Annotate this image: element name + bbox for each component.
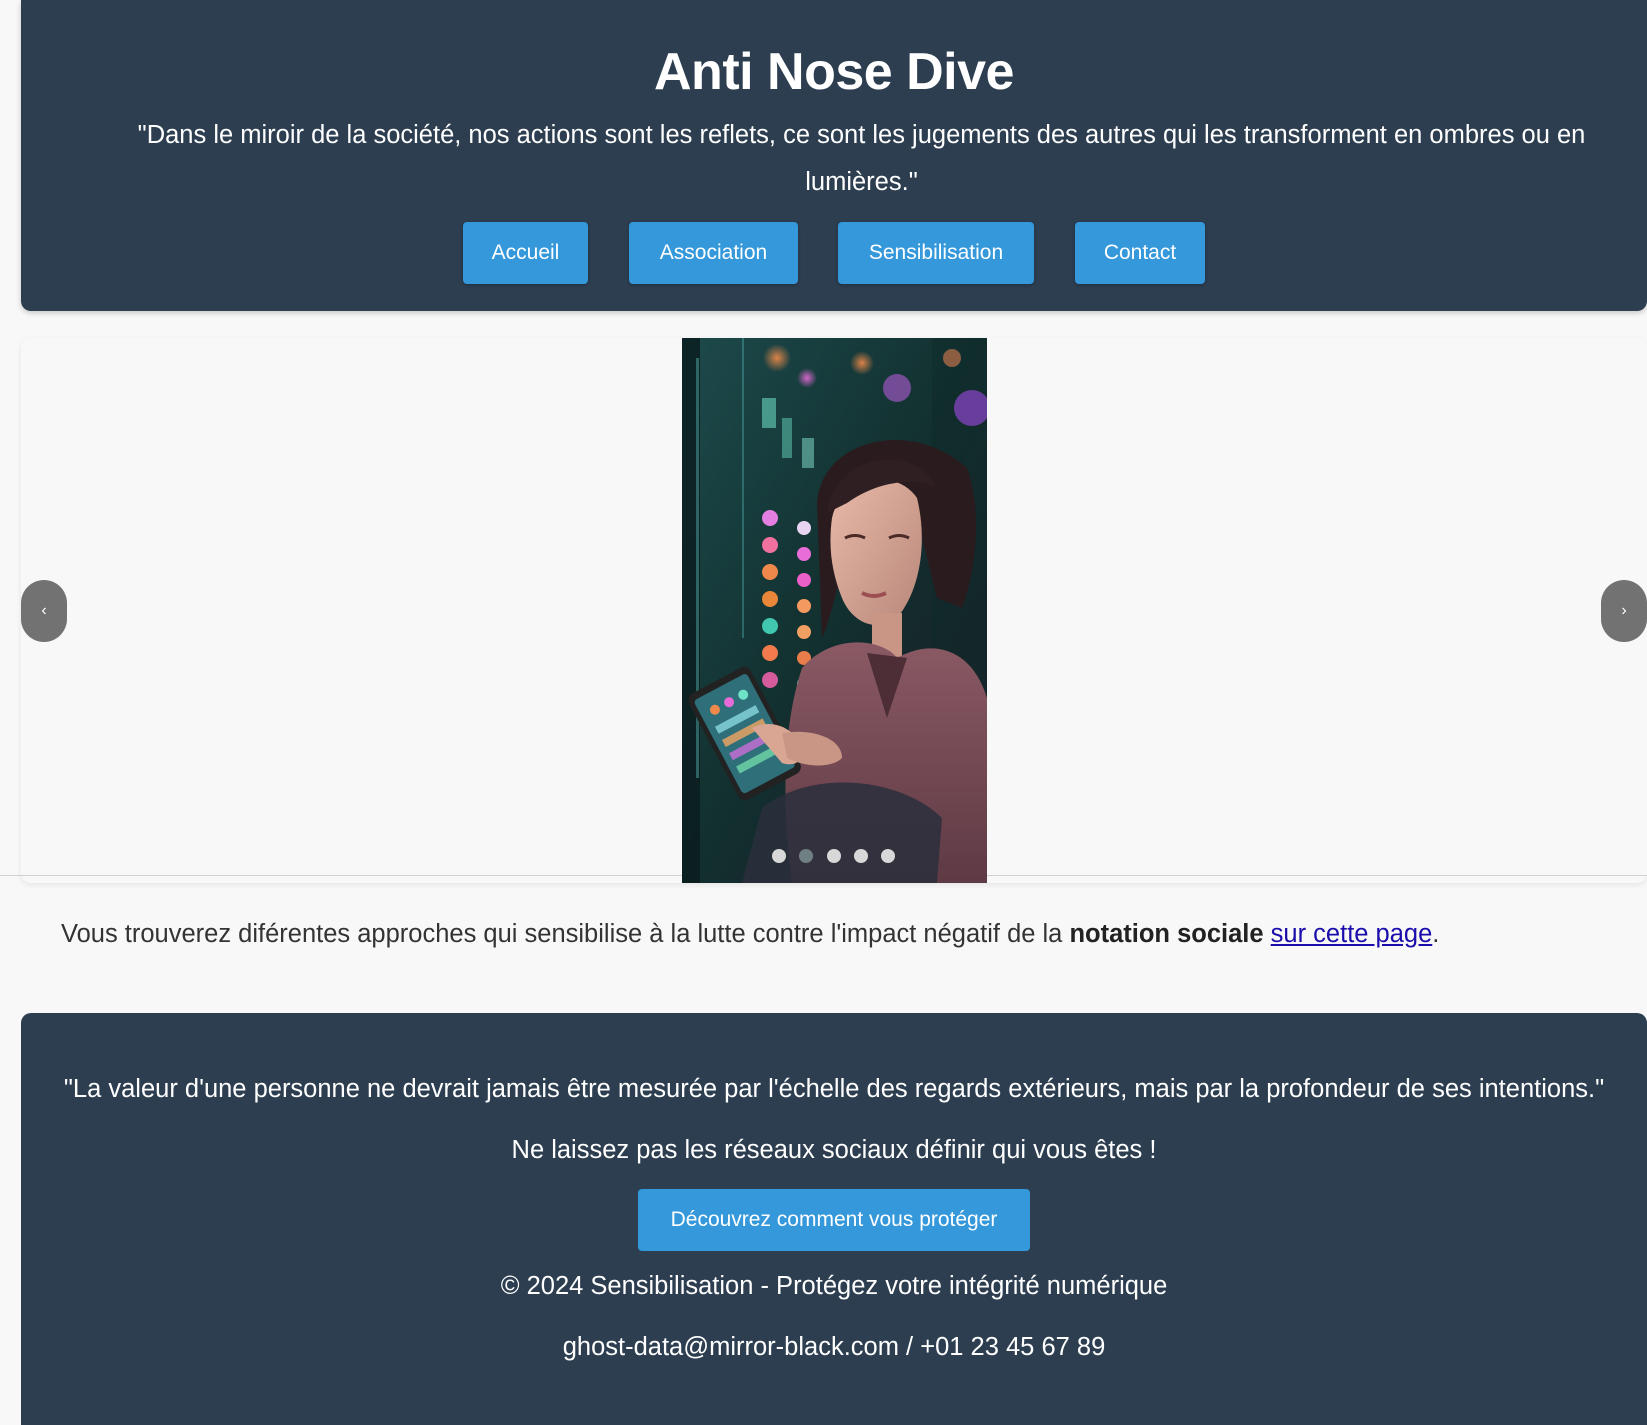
nav-sensibilisation-button[interactable]: Sensibilisation [838,222,1034,284]
woman-with-phone-illustration [682,338,987,883]
footer-copyright: © 2024 Sensibilisation - Protégez votre … [500,1272,1168,1300]
carousel-dot-4[interactable] [854,849,868,863]
carousel-slide-image [682,338,987,883]
footer-contact: ghost-data@mirror-black.com / +01 23 45 … [562,1333,1106,1361]
site-footer: "La valeur d'une personne ne devrait jam… [21,1013,1647,1425]
footer-message: Ne laissez pas les réseaux sociaux défin… [511,1136,1157,1164]
nav-contact-button[interactable]: Contact [1075,222,1205,284]
footer-quote: "La valeur d'une personne ne devrait jam… [63,1075,1605,1103]
main-nav: Accueil Association Sensibilisation Cont… [21,222,1647,284]
site-header: Anti Nose Dive "Dans le miroir de la soc… [21,0,1647,311]
intro-paragraph: Vous trouverez diférentes approches qui … [61,920,1440,948]
carousel-dot-5[interactable] [881,849,895,863]
intro-bold-term: notation sociale [1069,920,1264,948]
site-title: Anti Nose Dive [654,43,1014,101]
nav-association-button[interactable]: Association [629,222,798,284]
carousel-dot-1[interactable] [772,849,786,863]
header-tagline: "Dans le miroir de la société, nos actio… [137,121,1586,196]
intro-text: Vous trouverez diférentes approches qui … [61,920,1070,948]
carousel-dot-3[interactable] [827,849,841,863]
intro-page-link[interactable]: sur cette page [1271,920,1433,948]
carousel-prev-arrow[interactable]: ‹ [21,580,67,642]
protect-cta-button[interactable]: Découvrez comment vous protéger [638,1189,1030,1251]
nav-accueil-button[interactable]: Accueil [463,222,588,284]
carousel-next-arrow[interactable]: › [1601,580,1647,642]
carousel-dot-2[interactable] [799,849,813,863]
